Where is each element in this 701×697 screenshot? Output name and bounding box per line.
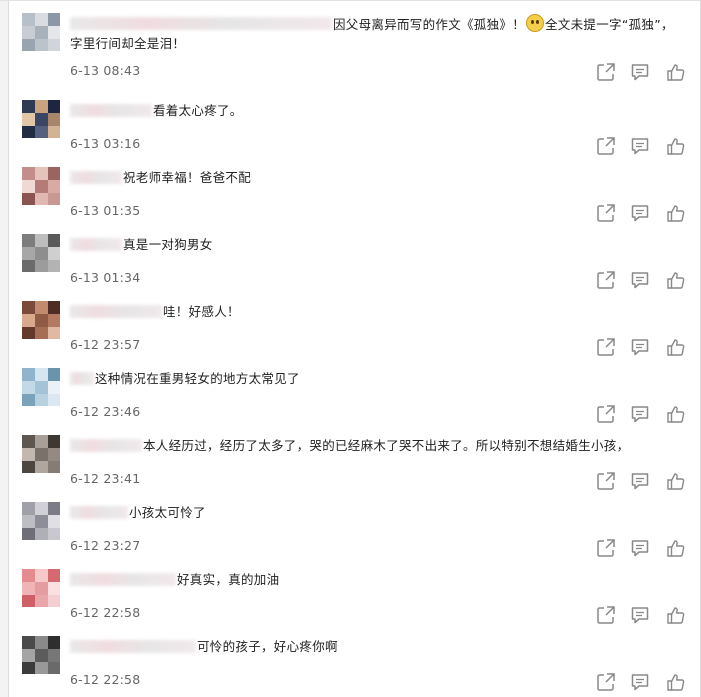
comment-time: 6-12 23:27 [70, 538, 141, 553]
comment-text-part: 好真实，真的加油 [177, 572, 280, 587]
comment-item: 好真实，真的加油 6-12 22:58 [0, 557, 701, 624]
username-blurred[interactable] [70, 305, 162, 318]
comment-icon[interactable] [630, 538, 650, 558]
share-icon[interactable] [596, 270, 616, 290]
comment-item: 看着太心疼了。 6-13 03:16 [0, 88, 701, 155]
comment-text: 祝老师幸福！爸爸不配 [123, 168, 251, 188]
comment-text: 真是一对狗男女 [123, 235, 213, 255]
comment-icon[interactable] [630, 605, 650, 625]
comment-icon[interactable] [630, 203, 650, 223]
thumbs-up-icon[interactable] [666, 270, 686, 290]
comment-text: 哇！好感人！ [163, 302, 240, 322]
username-blurred[interactable] [70, 439, 142, 452]
comment-icon[interactable] [630, 337, 650, 357]
share-icon[interactable] [596, 404, 616, 424]
comment-icon[interactable] [630, 471, 650, 491]
comment-text-part: 小孩太可怜了 [129, 505, 206, 520]
comment-time: 6-12 22:58 [70, 605, 141, 620]
thumbs-up-icon[interactable] [666, 404, 686, 424]
comment-text: 看着太心疼了。 [153, 101, 243, 121]
avatar[interactable] [22, 100, 60, 138]
comment-text: 因父母离异而写的作文《孤独》！ 全文未提一字“孤独”， [333, 14, 674, 35]
comment-text-part: 因父母离异而写的作文《孤独》！ [333, 17, 526, 32]
comment-panel: 因父母离异而写的作文《孤独》！ 全文未提一字“孤独”， 字里行间却全是泪！ 6-13 … [0, 0, 701, 697]
crying-face-emoji-icon [526, 14, 545, 32]
comment-item: 可怜的孩子，好心疼你啊 6-12 22:58 [0, 624, 701, 691]
comment-text: 本人经历过，经历了太多了，哭的已经麻木了哭不出来了。所以特别不想结婚生小孩， [143, 436, 629, 456]
share-icon[interactable] [596, 337, 616, 357]
thumbs-up-icon[interactable] [666, 136, 686, 156]
comment-item: 真是一对狗男女 6-13 01:34 [0, 222, 701, 289]
comment-time: 6-13 01:34 [70, 270, 141, 285]
thumbs-up-icon[interactable] [666, 203, 686, 223]
comment-item: 小孩太可怜了 6-12 23:27 [0, 490, 701, 557]
comment-text-part: 哇！好感人！ [163, 304, 240, 319]
comment-time: 6-13 01:35 [70, 203, 141, 218]
avatar[interactable] [22, 167, 60, 205]
comment-item: 因父母离异而写的作文《孤独》！ 全文未提一字“孤独”， 字里行间却全是泪！ 6-13 … [0, 1, 701, 88]
comment-icon[interactable] [630, 672, 650, 692]
comment-text-line2: 字里行间却全是泪！ [70, 36, 186, 51]
avatar[interactable] [22, 13, 60, 51]
thumbs-up-icon[interactable] [666, 62, 686, 82]
comment-text-part: 全文未提一字“孤独”， [545, 17, 674, 32]
comment-time: 6-12 22:58 [70, 672, 141, 687]
username-blurred[interactable] [70, 17, 332, 30]
comment-text-part: 祝老师幸福！爸爸不配 [123, 170, 252, 185]
username-blurred[interactable] [70, 104, 152, 117]
comment-text-part: 真是一对狗男女 [123, 237, 213, 252]
share-icon[interactable] [596, 203, 616, 223]
comment-time: 6-12 23:46 [70, 404, 141, 419]
comment-item: 祝老师幸福！爸爸不配 6-13 01:35 [0, 155, 701, 222]
comment-text-part: 这种情况在重男轻女的地方太常见了 [95, 371, 300, 386]
avatar[interactable] [22, 301, 60, 339]
share-icon[interactable] [596, 136, 616, 156]
share-icon[interactable] [596, 62, 616, 82]
comment-icon[interactable] [630, 404, 650, 424]
avatar[interactable] [22, 435, 60, 473]
comment-icon[interactable] [630, 62, 650, 82]
thumbs-up-icon[interactable] [666, 337, 686, 357]
thumbs-up-icon[interactable] [666, 672, 686, 692]
comment-text: 小孩太可怜了 [129, 503, 206, 523]
avatar[interactable] [22, 569, 60, 607]
thumbs-up-icon[interactable] [666, 471, 686, 491]
comment-text-part: 看着太心疼了。 [153, 103, 243, 118]
comment-time: 6-12 23:57 [70, 337, 141, 352]
username-blurred[interactable] [70, 640, 196, 653]
share-icon[interactable] [596, 471, 616, 491]
avatar[interactable] [22, 368, 60, 406]
comment-item: 这种情况在重男轻女的地方太常见了 6-12 23:46 [0, 356, 701, 423]
comment-time: 6-12 23:41 [70, 471, 141, 486]
thumbs-up-icon[interactable] [666, 605, 686, 625]
comment-text: 可怜的孩子，好心疼你啊 [197, 637, 338, 657]
avatar[interactable] [22, 502, 60, 540]
comment-time: 6-13 08:43 [70, 63, 141, 78]
avatar[interactable] [22, 636, 60, 674]
username-blurred[interactable] [70, 238, 122, 251]
username-blurred[interactable] [70, 506, 128, 519]
comment-item: 本人经历过，经历了太多了，哭的已经麻木了哭不出来了。所以特别不想结婚生小孩， 6-… [0, 423, 701, 490]
comment-icon[interactable] [630, 136, 650, 156]
username-blurred[interactable] [70, 573, 176, 586]
share-icon[interactable] [596, 605, 616, 625]
username-blurred[interactable] [70, 171, 122, 184]
thumbs-up-icon[interactable] [666, 538, 686, 558]
avatar[interactable] [22, 234, 60, 272]
comment-item: 哇！好感人！ 6-12 23:57 [0, 289, 701, 356]
comment-text-part: 本人经历过，经历了太多了，哭的已经麻木了哭不出来了。所以特别不想结婚生小孩， [143, 438, 630, 453]
share-icon[interactable] [596, 672, 616, 692]
username-blurred[interactable] [70, 372, 94, 385]
comment-time: 6-13 03:16 [70, 136, 141, 151]
comment-text-part: 可怜的孩子，好心疼你啊 [197, 639, 338, 654]
comment-text: 这种情况在重男轻女的地方太常见了 [95, 369, 300, 389]
comment-icon[interactable] [630, 270, 650, 290]
share-icon[interactable] [596, 538, 616, 558]
comment-text: 好真实，真的加油 [177, 570, 279, 590]
